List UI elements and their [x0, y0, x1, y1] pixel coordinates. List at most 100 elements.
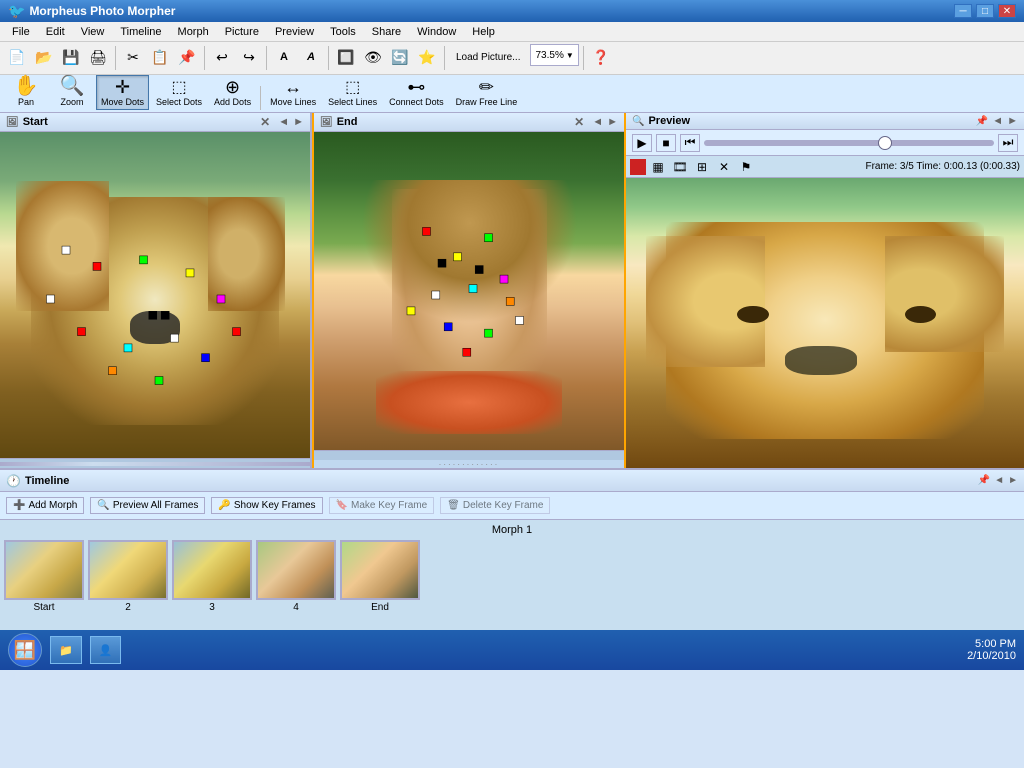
select-dots-tool[interactable]: ⬚ Select Dots: [151, 77, 207, 110]
redo-button[interactable]: ↪: [236, 44, 262, 70]
taskbar-app[interactable]: 👤: [90, 636, 122, 664]
paste-button[interactable]: 📌: [174, 44, 200, 70]
undo-button[interactable]: ↩: [209, 44, 235, 70]
preview-panel: 🔍 Preview 📌 ◄ ► ▶ ■ ⏮ ⏭ ▦ 🎞 ⊞ ✕ ⚑ Frame:…: [626, 113, 1024, 468]
frame-thumb-1[interactable]: [88, 540, 168, 600]
menu-tools[interactable]: Tools: [322, 24, 364, 40]
preview-scroll-right[interactable]: ►: [1007, 115, 1018, 127]
print-button[interactable]: 🖨: [85, 44, 111, 70]
preview-eye-left: [737, 306, 769, 323]
close-button[interactable]: ✕: [998, 4, 1016, 18]
clock-date: 2/10/2010: [967, 650, 1016, 662]
preview-ear-right: [885, 236, 1004, 352]
menu-file[interactable]: File: [4, 24, 38, 40]
open-button[interactable]: 📂: [31, 44, 57, 70]
preview-tb-filmstrip[interactable]: 🎞: [670, 158, 690, 176]
frame-thumb-2[interactable]: [172, 540, 252, 600]
menu-view[interactable]: View: [73, 24, 113, 40]
timeline-frame-3[interactable]: 4: [256, 540, 336, 613]
copy-button[interactable]: 📋: [147, 44, 173, 70]
start-dots-overlay: [0, 132, 310, 458]
select-lines-tool[interactable]: ⬚ Select Lines: [323, 77, 382, 110]
delete-key-frame-button[interactable]: 🗑 Delete Key Frame: [440, 497, 550, 514]
timeline-toolbar: ➕ Add Morph 🔍 Preview All Frames 🔑 Show …: [0, 492, 1024, 520]
preview-tb-pattern[interactable]: ▦: [648, 158, 668, 176]
menu-preview[interactable]: Preview: [267, 24, 322, 40]
start-scroll-left[interactable]: ◄: [278, 116, 289, 128]
tb-action3[interactable]: 🔄: [387, 44, 413, 70]
preview-all-icon: 🔍: [97, 500, 109, 511]
start-panel: 🖼 Start ✕ ◄ ►: [0, 113, 312, 468]
preview-timeline-slider[interactable]: [704, 140, 994, 146]
move-lines-tool[interactable]: ↔ Move Lines: [265, 75, 321, 110]
zoom-dropdown-icon[interactable]: ▼: [566, 51, 574, 60]
timeline-frame-4[interactable]: End: [340, 540, 420, 613]
preview-tb-layers[interactable]: ⊞: [692, 158, 712, 176]
zoom-display: 73.5% ▼: [530, 44, 578, 66]
preview-slider-thumb[interactable]: [878, 136, 892, 150]
tb-action1[interactable]: 🔲: [333, 44, 359, 70]
clock-time: 5:00 PM: [967, 638, 1016, 650]
zoom-tool[interactable]: 🔍 Zoom: [50, 73, 94, 110]
timeline-scroll-right[interactable]: ►: [1008, 475, 1018, 486]
end-hscroll[interactable]: [314, 450, 624, 460]
preview-pin-button[interactable]: 📌: [976, 116, 988, 127]
menu-window[interactable]: Window: [409, 24, 464, 40]
start-scrollbar: [0, 462, 310, 466]
start-hscroll[interactable]: [0, 458, 310, 468]
timeline-frame-2[interactable]: 3: [172, 540, 252, 613]
make-key-frame-icon: 🔖: [336, 500, 348, 511]
show-key-frames-button[interactable]: 🔑 Show Key Frames: [211, 497, 322, 514]
add-dots-tool[interactable]: ⊕ Add Dots: [209, 75, 256, 110]
maximize-button[interactable]: □: [976, 4, 994, 18]
timeline-frame-1[interactable]: 2: [88, 540, 168, 613]
end-scroll-right[interactable]: ►: [607, 116, 618, 128]
preview-all-frames-button[interactable]: 🔍 Preview All Frames: [90, 497, 205, 514]
taskbar-explorer[interactable]: 📁: [50, 636, 82, 664]
save-button[interactable]: 💾: [58, 44, 84, 70]
end-dots-overlay: [314, 132, 624, 450]
timeline-scroll-left[interactable]: ◄: [994, 475, 1004, 486]
minimize-button[interactable]: ─: [954, 4, 972, 18]
text-button[interactable]: A: [271, 44, 297, 70]
menu-help[interactable]: Help: [464, 24, 503, 40]
start-button[interactable]: 🪟: [8, 633, 42, 667]
preview-step-fwd-button[interactable]: ⏭: [998, 134, 1018, 152]
menu-timeline[interactable]: Timeline: [112, 24, 169, 40]
cut-button[interactable]: ✂: [120, 44, 146, 70]
timeline-frame-0[interactable]: Start: [4, 540, 84, 613]
pan-tool[interactable]: ✋ Pan: [4, 73, 48, 110]
end-close-button[interactable]: ✕: [574, 115, 584, 129]
preview-tb-cross[interactable]: ✕: [714, 158, 734, 176]
menu-morph[interactable]: Morph: [170, 24, 217, 40]
frame-thumb-3[interactable]: [256, 540, 336, 600]
make-key-frame-button[interactable]: 🔖 Make Key Frame: [329, 497, 435, 514]
tb-action2[interactable]: 👁: [360, 44, 386, 70]
menu-picture[interactable]: Picture: [217, 24, 267, 40]
menu-edit[interactable]: Edit: [38, 24, 73, 40]
timeline-pin-button[interactable]: 📌: [978, 475, 990, 486]
preview-step-back-button[interactable]: ⏮: [680, 134, 700, 152]
preview-tb-color[interactable]: [630, 159, 646, 175]
new-button[interactable]: 📄: [4, 44, 30, 70]
preview-tb-flag[interactable]: ⚑: [736, 158, 756, 176]
end-panel-header: 🖼 End ✕ ◄ ►: [314, 113, 624, 132]
frame-thumb-0[interactable]: [4, 540, 84, 600]
preview-play-button[interactable]: ▶: [632, 134, 652, 152]
draw-free-line-tool[interactable]: ✏ Draw Free Line: [451, 75, 523, 110]
load-picture-button[interactable]: Load Picture...: [449, 44, 527, 70]
end-scroll-left[interactable]: ◄: [592, 116, 603, 128]
bold-button[interactable]: A: [298, 44, 324, 70]
preview-scroll-left[interactable]: ◄: [992, 115, 1003, 127]
tb-action4[interactable]: ⭐: [414, 44, 440, 70]
help-button[interactable]: ❓: [588, 44, 614, 70]
preview-toolbar: ▦ 🎞 ⊞ ✕ ⚑ Frame: 3/5 Time: 0:00.13 (0:00…: [626, 156, 1024, 178]
start-scroll-right[interactable]: ►: [293, 116, 304, 128]
frame-thumb-4[interactable]: [340, 540, 420, 600]
connect-dots-tool[interactable]: ⊷ Connect Dots: [384, 75, 449, 110]
add-morph-button[interactable]: ➕ Add Morph: [6, 497, 84, 514]
start-close-button[interactable]: ✕: [260, 115, 270, 129]
preview-stop-button[interactable]: ■: [656, 134, 676, 152]
move-dots-tool[interactable]: ✛ Move Dots: [96, 75, 149, 110]
menu-share[interactable]: Share: [364, 24, 409, 40]
